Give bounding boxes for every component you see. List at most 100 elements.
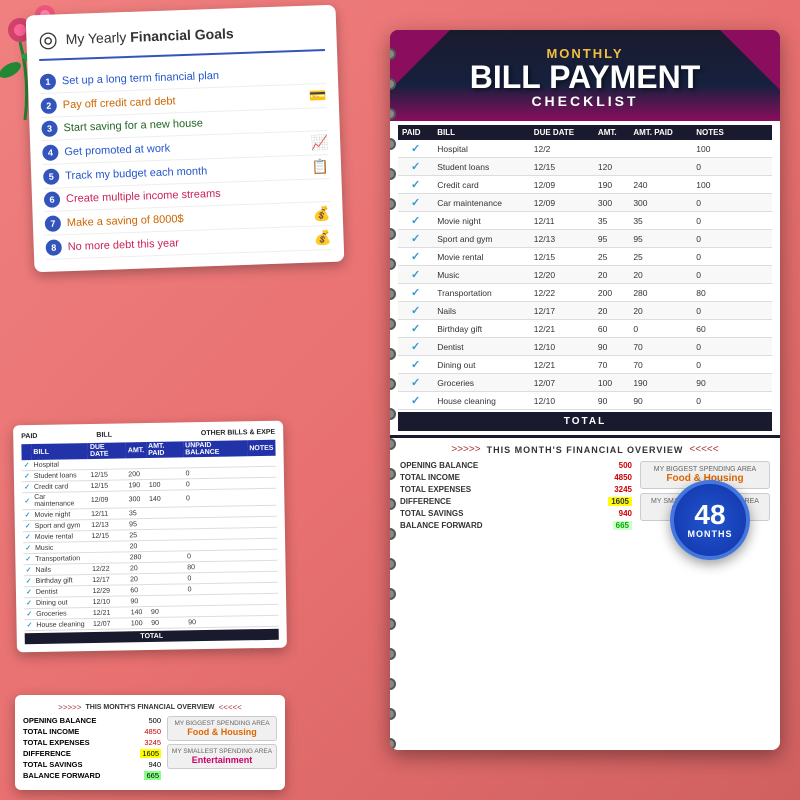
goals-list: 1 Set up a long term financial plan 2 Pa…: [40, 61, 332, 260]
cell-paid: ✓: [398, 140, 433, 158]
cell-amt: 95: [594, 230, 629, 248]
cell-date: 12/09: [530, 176, 594, 194]
small-bill-table: BILL DUE DATE AMT. AMT. PAID UNPAID BALA…: [21, 440, 278, 631]
small-cell-amt-paid: [148, 529, 185, 541]
small-cell-paid: ✓: [22, 460, 32, 471]
main-bill-row: ✓ Credit card 12/09 190 240 100: [398, 176, 772, 194]
spiral-binding: [390, 30, 398, 750]
small-cell-unpaid: 90: [186, 616, 250, 628]
overview-header: >>>>> THIS MONTH'S FINANCIAL OVERVIEW <<…: [400, 444, 770, 455]
ov-label-4: DIFFERENCE: [400, 497, 451, 506]
bo-row-4: DIFFERENCE 1605: [23, 749, 161, 758]
bo-label-5: TOTAL SAVINGS: [23, 760, 82, 769]
spiral-dot: [390, 258, 396, 270]
small-cell-paid: ✓: [23, 554, 33, 565]
cell-amt: 35: [594, 212, 629, 230]
bo-biggest-label: MY BIGGEST SPENDING AREA: [171, 720, 273, 727]
goal-num-3: 3: [41, 120, 58, 137]
ov-val-6: 665: [613, 521, 632, 530]
cell-amt: 120: [594, 158, 629, 176]
cell-amt: 300: [594, 194, 629, 212]
small-cell-paid: ✓: [23, 565, 33, 576]
checkmark: ✓: [411, 359, 420, 371]
cell-date: 12/15: [530, 158, 594, 176]
main-bill-row: ✓ Music 12/20 20 20 0: [398, 266, 772, 284]
cell-date: 12/21: [530, 320, 594, 338]
cell-bill: House cleaning: [433, 392, 530, 410]
cell-paid: ✓: [398, 284, 433, 302]
spiral-dot: [390, 48, 396, 60]
biggest-spending-label: MY BIGGEST SPENDING AREA: [645, 466, 765, 473]
corner-left-decoration: [390, 30, 450, 90]
checkmark: ✓: [411, 215, 420, 227]
cell-amt-paid: 20: [629, 266, 692, 284]
months-label: MONTHS: [688, 529, 733, 539]
th-main-amt: AMT.: [594, 125, 629, 140]
small-cell-unpaid: 0: [184, 489, 248, 507]
spiral-dot: [390, 558, 396, 570]
small-cell-amt-paid: [149, 595, 186, 607]
small-cell-amt: 20: [128, 563, 149, 574]
cell-bill: Movie rental: [433, 248, 530, 266]
cell-amt: 60: [594, 320, 629, 338]
cell-paid: ✓: [398, 302, 433, 320]
bo-row-3: TOTAL EXPENSES 3245: [23, 738, 161, 747]
small-cell-amt-paid: 90: [149, 617, 186, 629]
th-main-bill: BILL: [433, 125, 530, 140]
checkmark: ✓: [411, 341, 420, 353]
main-bill-row: ✓ Groceries 12/07 100 190 90: [398, 374, 772, 392]
main-bill-row: ✓ Nails 12/17 20 20 0: [398, 302, 772, 320]
bo-smallest-box: MY SMALLEST SPENDING AREA Entertainment: [167, 744, 277, 769]
small-cell-paid: ✓: [23, 521, 33, 532]
th-unpaid: UNPAID BALANCE: [183, 440, 247, 457]
goal-num-4: 4: [42, 144, 59, 161]
overview-row-3: TOTAL EXPENSES 3245: [400, 485, 632, 494]
cell-date: 12/13: [530, 230, 594, 248]
ov-label-2: TOTAL INCOME: [400, 473, 460, 482]
small-cell-paid: ✓: [22, 493, 32, 510]
goal-icon-2: 💳: [309, 87, 327, 105]
small-cell-notes: [249, 516, 277, 527]
cell-amt: 25: [594, 248, 629, 266]
cell-bill: Hospital: [433, 140, 530, 158]
bottom-overview-left: OPENING BALANCE 500 TOTAL INCOME 4850 TO…: [23, 716, 161, 782]
small-cell-notes: [248, 505, 276, 516]
overview-row-6: BALANCE FORWARD 665: [400, 521, 632, 530]
small-cell-amt-paid: [149, 584, 186, 596]
th-main-notes: NOTES: [692, 125, 772, 140]
cell-paid: ✓: [398, 248, 433, 266]
cell-date: 12/11: [530, 212, 594, 230]
small-cell-amt-paid: [147, 468, 184, 480]
small-cell-date: 12/15: [88, 469, 126, 481]
small-cell-amt: 100: [129, 618, 150, 629]
cell-notes: 0: [692, 248, 772, 266]
spiral-dot: [390, 318, 396, 330]
small-cell-amt: 90: [128, 596, 149, 607]
arrows-left-bottom: >>>>>: [58, 703, 81, 712]
cell-notes: 90: [692, 374, 772, 392]
small-cell-amt-paid: 140: [147, 490, 184, 508]
small-cell-paid: ✓: [24, 587, 34, 598]
th-amt-paid: AMT. PAID: [146, 441, 183, 458]
cell-amt-paid: [629, 158, 692, 176]
cell-date: 12/10: [530, 392, 594, 410]
corner-right-decoration: [720, 30, 780, 90]
cell-bill: Groceries: [433, 374, 530, 392]
bo-val-5: 940: [148, 760, 161, 769]
small-checkmark: ✓: [26, 611, 32, 618]
cell-date: 12/22: [530, 284, 594, 302]
goal-text-7: Make a saving of 8000$: [67, 208, 310, 228]
goal-icon-7: 💰: [313, 205, 331, 223]
th-notes: NOTES: [247, 440, 275, 456]
cell-date: 12/2: [530, 140, 594, 158]
total-row: TOTAL: [398, 412, 772, 431]
cell-notes: 0: [692, 194, 772, 212]
cell-amt-paid: 0: [629, 320, 692, 338]
spiral-dot: [390, 198, 396, 210]
small-checkmark: ✓: [25, 523, 31, 530]
bill-payment-title: BILL PAYMENT: [402, 61, 768, 93]
goal-num-1: 1: [40, 73, 57, 90]
main-bill-row: ✓ Transportation 12/22 200 280 80: [398, 284, 772, 302]
bo-biggest-box: MY BIGGEST SPENDING AREA Food & Housing: [167, 716, 277, 741]
ov-label-3: TOTAL EXPENSES: [400, 485, 471, 494]
